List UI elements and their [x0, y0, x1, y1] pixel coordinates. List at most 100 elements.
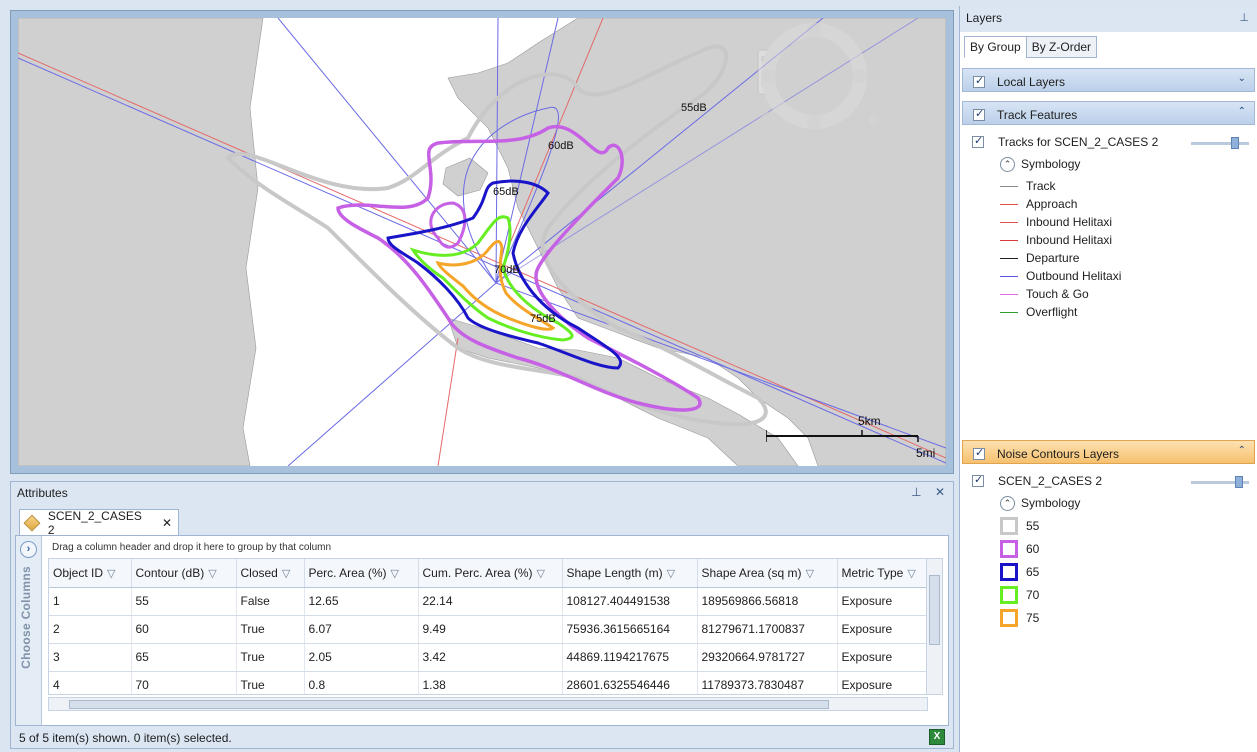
- cell-metric-type[interactable]: Exposure: [837, 643, 936, 672]
- cell-object-id[interactable]: 1: [49, 587, 132, 616]
- table-row[interactable]: 4 70 True 0.8 1.38 28601.6325546446 1178…: [49, 671, 936, 694]
- legend-label: Overflight: [1026, 305, 1078, 319]
- cell-shape-area[interactable]: 29320664.9781727: [697, 643, 838, 672]
- cell-shape-length[interactable]: 75936.3615665164: [562, 615, 698, 644]
- map-navigation-control[interactable]: [756, 22, 936, 132]
- chevron-up-icon[interactable]: ⌃: [1238, 106, 1246, 117]
- cell-contour[interactable]: 65: [131, 643, 237, 672]
- filter-icon[interactable]: ▽: [806, 568, 814, 580]
- pan-down-icon[interactable]: [807, 115, 821, 129]
- group-by-hint[interactable]: Drag a column header and drop it here to…: [52, 542, 331, 553]
- group-checkbox[interactable]: [973, 107, 985, 121]
- slider-knob[interactable]: [1231, 137, 1239, 149]
- cell-closed[interactable]: False: [236, 587, 305, 616]
- cell-object-id[interactable]: 2: [49, 615, 132, 644]
- cell-shape-length[interactable]: 28601.6325546446: [562, 671, 698, 694]
- tab-close-icon[interactable]: ✕: [162, 516, 172, 530]
- tab-scen-2-cases-2[interactable]: SCEN_2_CASES 2 ✕: [19, 509, 179, 537]
- slider-knob[interactable]: [1235, 476, 1243, 488]
- cell-cum-perc-area[interactable]: 22.14: [418, 587, 563, 616]
- choose-columns-label[interactable]: Choose Columns: [19, 566, 33, 669]
- chevron-down-icon[interactable]: ⌄: [1238, 73, 1246, 84]
- group-checkbox[interactable]: [973, 446, 985, 460]
- cell-shape-length[interactable]: 108127.404491538: [562, 587, 698, 616]
- cell-metric-type[interactable]: Exposure: [837, 587, 936, 616]
- table-row[interactable]: 1 55 False 12.65 22.14 108127.404491538 …: [49, 587, 936, 616]
- pan-ring[interactable]: [761, 23, 867, 129]
- cell-shape-area[interactable]: 81279671.1700837: [697, 615, 838, 644]
- cell-closed[interactable]: True: [236, 615, 305, 644]
- pan-right-icon[interactable]: [853, 69, 867, 83]
- table-row[interactable]: 2 60 True 6.07 9.49 75936.3615665164 812…: [49, 615, 936, 644]
- cell-metric-type[interactable]: Exposure: [837, 671, 936, 694]
- cell-perc-area[interactable]: 0.8: [304, 671, 419, 694]
- filter-icon[interactable]: ▽: [391, 568, 399, 580]
- group-track-features[interactable]: Track Features ⌃: [962, 101, 1255, 125]
- group-checkbox[interactable]: [973, 74, 985, 88]
- tab-by-z-order[interactable]: By Z-Order: [1025, 36, 1098, 58]
- symbology-header[interactable]: ⌃ Symbology: [1000, 155, 1080, 173]
- legend-label: Track: [1026, 179, 1056, 193]
- close-icon[interactable]: ✕: [935, 485, 945, 499]
- column-header-metric-type[interactable]: Metric Type ▽: [837, 559, 936, 588]
- cell-contour[interactable]: 70: [131, 671, 237, 694]
- scroll-thumb[interactable]: [929, 575, 940, 645]
- filter-icon[interactable]: ▽: [907, 568, 915, 580]
- pan-up-icon[interactable]: [807, 23, 821, 37]
- cell-cum-perc-area[interactable]: 1.38: [418, 671, 563, 694]
- column-header-shape-area[interactable]: Shape Area (sq m) ▽: [697, 559, 838, 588]
- layer-checkbox[interactable]: [972, 134, 984, 148]
- group-label: Local Layers: [997, 75, 1066, 89]
- scroll-thumb[interactable]: [69, 700, 829, 709]
- pin-icon[interactable]: ⊥: [1239, 11, 1249, 24]
- column-header-cum-perc-area[interactable]: Cum. Perc. Area (%) ▽: [418, 559, 563, 588]
- column-header-closed[interactable]: Closed ▽: [236, 559, 305, 588]
- home-icon: [760, 110, 772, 118]
- symbology-header[interactable]: ⌃ Symbology: [1000, 494, 1080, 512]
- cell-object-id[interactable]: 4: [49, 671, 132, 694]
- export-excel-icon[interactable]: X: [929, 729, 945, 745]
- cell-shape-area[interactable]: 11789373.7830487: [697, 671, 838, 694]
- horizontal-scrollbar[interactable]: [48, 697, 928, 711]
- collapse-icon[interactable]: ⌃: [1000, 156, 1015, 172]
- group-local-layers[interactable]: Local Layers ⌄: [962, 68, 1255, 92]
- opacity-slider[interactable]: [1191, 476, 1249, 488]
- cell-contour[interactable]: 55: [131, 587, 237, 616]
- cell-shape-length[interactable]: 44869.1194217675: [562, 643, 698, 672]
- cell-shape-area[interactable]: 189569866.56818: [697, 587, 838, 616]
- group-noise-contours[interactable]: Noise Contours Layers ⌃: [962, 440, 1255, 464]
- layer-checkbox[interactable]: [972, 473, 984, 487]
- cell-closed[interactable]: True: [236, 643, 305, 672]
- expand-chevron-icon[interactable]: ›: [20, 541, 37, 558]
- filter-icon[interactable]: ▽: [107, 568, 115, 580]
- cell-perc-area[interactable]: 6.07: [304, 615, 419, 644]
- filter-icon[interactable]: ▽: [282, 568, 290, 580]
- vertical-scrollbar[interactable]: [926, 559, 942, 694]
- filter-icon[interactable]: ▽: [208, 568, 216, 580]
- globe-icon[interactable]: [869, 115, 879, 125]
- cell-closed[interactable]: True: [236, 671, 305, 694]
- pin-icon[interactable]: ⊥: [911, 485, 921, 499]
- pan-left-icon[interactable]: [761, 69, 775, 83]
- table-row[interactable]: 3 65 True 2.05 3.42 44869.1194217675 293…: [49, 643, 936, 672]
- choose-columns-panel[interactable]: › Choose Columns: [16, 536, 42, 725]
- filter-icon[interactable]: ▽: [667, 568, 675, 580]
- cell-contour[interactable]: 60: [131, 615, 237, 644]
- opacity-slider[interactable]: [1191, 137, 1249, 149]
- column-header-perc-area[interactable]: Perc. Area (%) ▽: [304, 559, 419, 588]
- column-header-shape-length[interactable]: Shape Length (m) ▽: [562, 559, 698, 588]
- column-header-object-id[interactable]: Object ID ▽: [49, 559, 132, 588]
- cell-cum-perc-area[interactable]: 3.42: [418, 643, 563, 672]
- tab-by-group[interactable]: By Group: [964, 36, 1027, 58]
- chevron-up-icon[interactable]: ⌃: [1238, 445, 1246, 456]
- attributes-panel: Attributes ⊥ ✕ SCEN_2_CASES 2 ✕ › Choose…: [10, 481, 954, 749]
- map-view[interactable]: 55dB 60dB 65dB 70dB 75dB 5km 5mi: [18, 18, 946, 466]
- filter-icon[interactable]: ▽: [537, 568, 545, 580]
- cell-perc-area[interactable]: 2.05: [304, 643, 419, 672]
- cell-perc-area[interactable]: 12.65: [304, 587, 419, 616]
- cell-object-id[interactable]: 3: [49, 643, 132, 672]
- cell-metric-type[interactable]: Exposure: [837, 615, 936, 644]
- collapse-icon[interactable]: ⌃: [1000, 495, 1015, 511]
- column-header-contour[interactable]: Contour (dB) ▽: [131, 559, 237, 588]
- cell-cum-perc-area[interactable]: 9.49: [418, 615, 563, 644]
